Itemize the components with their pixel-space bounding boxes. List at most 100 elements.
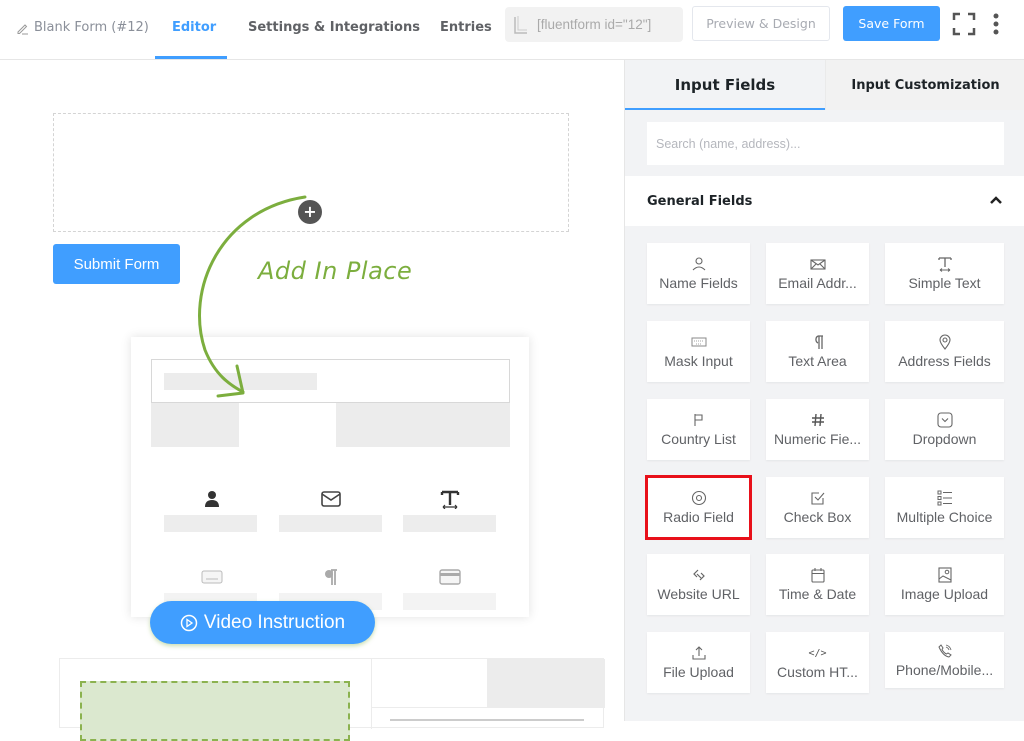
envelope-icon [319,487,343,511]
tab-input-customization-label: Input Customization [851,77,1000,93]
preview-design-button[interactable]: Preview & Design [692,6,830,41]
tab-input-customization[interactable]: Input Customization [825,60,1024,110]
tab-input-fields-label: Input Fields [674,76,776,94]
field-label: Website URL [657,586,740,602]
user-icon [690,256,708,272]
tutorial-illustration-2 [59,658,605,741]
field-label: Simple Text [908,275,981,291]
shortcode-text: [fluentform id="12"] [537,17,652,32]
user-icon [200,487,224,511]
tab-input-fields[interactable]: Input Fields [625,60,825,110]
field-label: Email Addr... [778,275,857,291]
illustration-block [336,403,510,447]
field-email-address[interactable]: Email Addr... [766,243,869,304]
fullscreen-icon[interactable] [952,12,976,36]
more-options-icon[interactable] [991,12,1001,36]
field-text-area[interactable]: Text Area [766,321,869,382]
tab-editor[interactable]: Editor [172,20,216,35]
field-image-upload[interactable]: Image Upload [885,554,1004,615]
field-name-fields[interactable]: Name Fields [647,243,750,304]
field-search-input[interactable] [647,122,1004,165]
illustration-bar [403,515,496,532]
hash-icon [809,412,827,428]
keyboard-icon [200,565,224,589]
radio-icon [690,490,708,506]
field-address-fields[interactable]: Address Fields [885,321,1004,382]
field-label: File Upload [663,664,734,680]
save-form-button[interactable]: Save Form [843,6,940,41]
location-pin-icon [936,334,954,350]
calendar-icon [809,567,827,583]
tab-entries[interactable]: Entries [440,20,492,35]
field-label: Custom HT... [777,664,858,680]
paragraph-icon [319,565,343,589]
illustration-bar [279,515,382,532]
field-label: Check Box [783,509,852,525]
illustration-input [151,359,510,403]
field-label: Address Fields [898,353,991,369]
illustration-drop-target [80,681,350,741]
phone-icon [936,643,954,659]
form-title-text: Blank Form (#12) [34,20,149,35]
tutorial-illustration [131,337,529,617]
tab-settings-integrations[interactable]: Settings & Integrations [248,20,420,35]
general-fields-title: General Fields [647,193,753,209]
envelope-icon [809,256,827,272]
field-radio-field[interactable]: Radio Field [645,475,752,540]
illustration-bar [403,593,496,610]
field-mask-input[interactable]: Mask Input [647,321,750,382]
video-instruction-label: Video Instruction [203,611,346,633]
field-label: Image Upload [900,586,989,602]
copy-icon [514,15,527,34]
field-label: Name Fields [659,275,738,291]
field-custom-html[interactable]: </> Custom HT... [766,632,869,693]
field-simple-text[interactable]: Simple Text [885,243,1004,304]
play-icon [180,614,198,631]
video-instruction-button[interactable]: Video Instruction [150,601,375,644]
field-label: Multiple Choice [896,509,993,525]
paragraph-icon [809,334,827,350]
code-icon: </> [808,647,827,659]
form-editor-canvas: + Submit Form Add In Place Video Instruc… [0,60,624,741]
add-in-place-hint: Add In Place [258,257,413,285]
upload-icon [690,645,708,661]
illustration-bar [164,515,257,532]
field-label: Mask Input [664,353,733,369]
top-bar: Blank Form (#12) Editor Settings & Integ… [0,0,1024,60]
chevron-up-icon[interactable] [989,193,1003,207]
list-icon [936,490,954,506]
field-multiple-choice[interactable]: Multiple Choice [885,477,1004,538]
field-file-upload[interactable]: File Upload [647,632,750,693]
field-label: Dropdown [912,431,977,447]
text-icon [438,487,462,511]
field-label: Radio Field [663,509,734,525]
fields-panel: Input Fields Input Customization General… [624,60,1024,721]
shortcode-copy[interactable]: [fluentform id="12"] [505,7,683,42]
illustration-block [151,403,239,447]
text-icon [936,256,954,272]
image-icon [936,567,954,583]
dropdown-icon [936,412,954,428]
checkbox-icon [809,490,827,506]
submit-form-button[interactable]: Submit Form [53,244,180,284]
credit-card-icon [438,565,462,589]
keyboard-icon [690,334,708,350]
general-fields-header[interactable]: General Fields [625,176,1024,226]
active-tab-underline [155,56,227,59]
field-country-list[interactable]: Country List [647,399,750,460]
field-check-box[interactable]: Check Box [766,477,869,538]
field-label: Numeric Fie... [773,431,862,447]
field-label: Time & Date [778,586,857,602]
field-label: Phone/Mobile... [895,661,994,678]
pencil-icon [17,23,28,34]
field-numeric-field[interactable]: Numeric Fie... [766,399,869,460]
field-label: Text Area [788,353,847,369]
field-website-url[interactable]: Website URL [647,554,750,615]
form-title[interactable]: Blank Form (#12) [16,20,149,35]
field-time-date[interactable]: Time & Date [766,554,869,615]
field-dropdown[interactable]: Dropdown [885,399,1004,460]
add-field-icon[interactable]: + [298,200,322,224]
field-label: Country List [661,431,736,447]
field-phone-mobile[interactable]: Phone/Mobile... [885,632,1004,688]
link-icon [690,567,708,583]
